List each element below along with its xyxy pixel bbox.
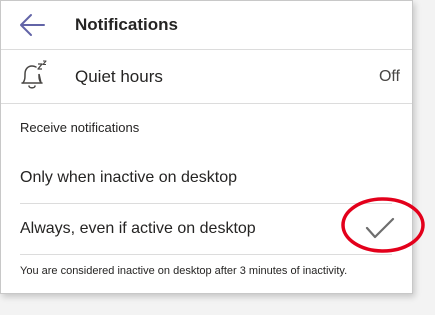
option-label: Always, even if active on desktop: [20, 220, 256, 237]
option-always[interactable]: Always, even if active on desktop: [20, 204, 395, 255]
quiet-hours-label: Quiet hours: [75, 67, 163, 86]
bell-snooze-icon: [21, 60, 47, 89]
page-title: Notifications: [75, 15, 178, 34]
quiet-hours-row[interactable]: Quiet hours Off: [1, 50, 412, 104]
notifications-panel: Notifications Quiet hours Off Receive no…: [0, 0, 413, 294]
back-button[interactable]: [15, 10, 49, 40]
panel-header: Notifications: [1, 1, 412, 50]
receive-notifications-heading: Receive notifications: [20, 120, 140, 135]
quiet-hours-value: Off: [378, 68, 400, 85]
option-only-when-inactive[interactable]: Only when inactive on desktop: [20, 153, 392, 204]
option-label: Only when inactive on desktop: [20, 169, 238, 186]
checkmark-icon: [365, 217, 395, 239]
arrow-left-icon: [20, 14, 45, 36]
inactivity-footnote: You are considered inactive on desktop a…: [20, 265, 348, 277]
